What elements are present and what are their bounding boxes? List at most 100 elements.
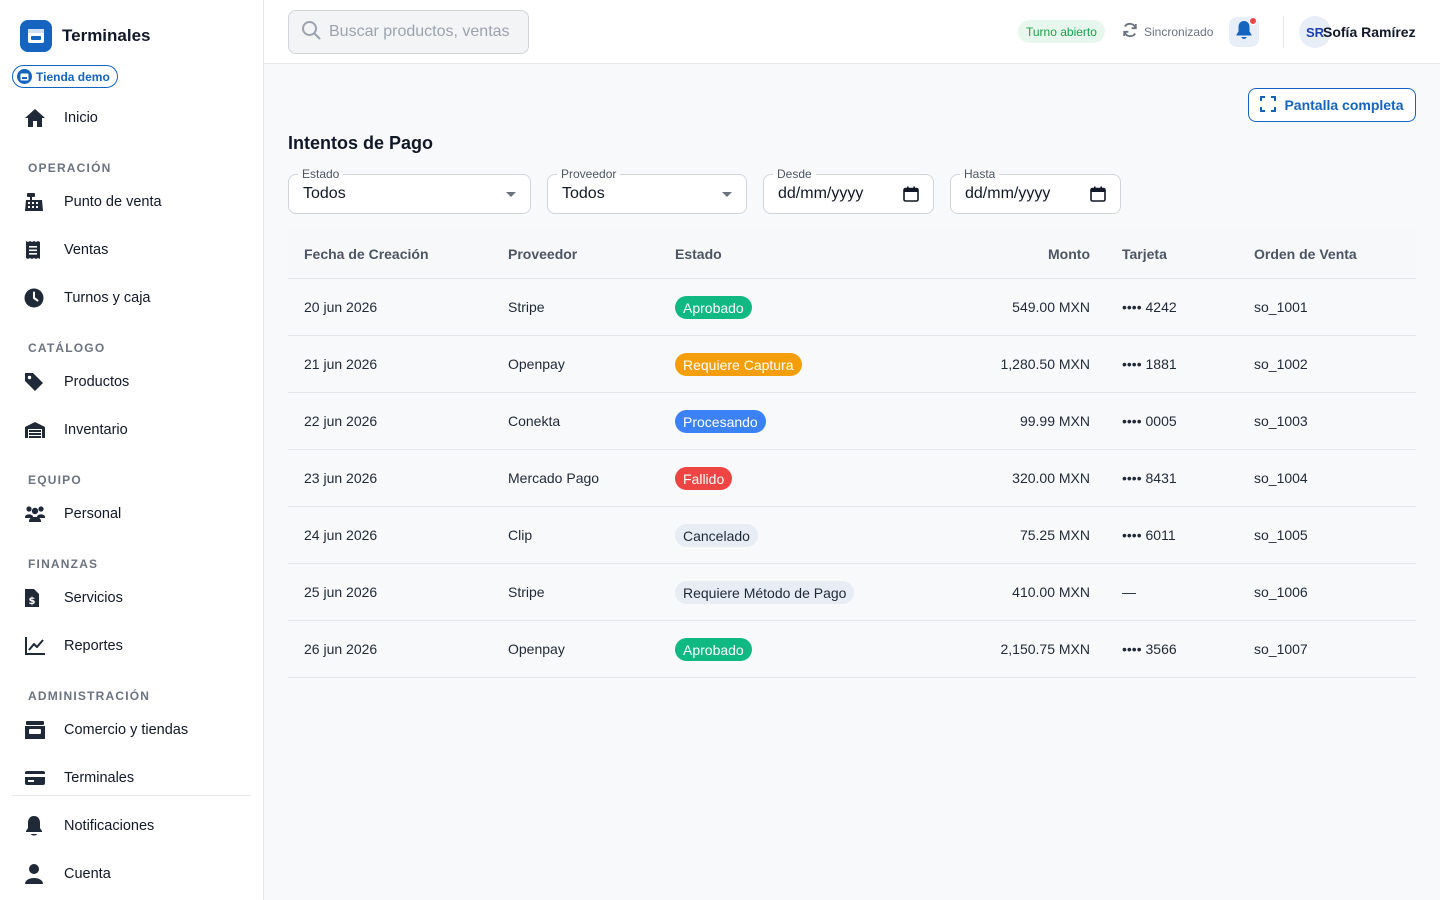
cell-monto: 2,150.75 MXN (1000, 641, 1091, 657)
table-header: Fecha de Creación Proveedor Estado Monto… (288, 230, 1416, 279)
proveedor-value: Todos (562, 185, 605, 202)
chevron-down-icon (722, 192, 732, 197)
table-row[interactable]: 25 jun 2026 Stripe Requiere Método de Pa… (288, 564, 1416, 621)
calendar-icon[interactable] (903, 186, 919, 207)
sidebar-item-label: Punto de venta (64, 194, 162, 210)
sidebar-item-punto-de-venta[interactable]: Punto de venta (24, 182, 254, 222)
user-name[interactable]: Sofía Ramírez (1323, 24, 1416, 40)
column-header-orden[interactable]: Orden de Venta (1254, 246, 1357, 262)
sync-icon (1122, 22, 1138, 41)
section-finanzas: FINANZAS (28, 557, 99, 571)
section-administracion: ADMINISTRACIÓN (28, 689, 151, 703)
sidebar-item-productos[interactable]: Productos (24, 362, 254, 402)
sidebar-item-label: Inventario (64, 422, 128, 438)
desde-date-input[interactable]: Desde dd/mm/yyyy (763, 167, 934, 214)
hasta-date-input[interactable]: Hasta dd/mm/yyyy (950, 167, 1121, 214)
column-header-proveedor[interactable]: Proveedor (508, 246, 577, 262)
search-icon (301, 20, 321, 45)
calendar-icon[interactable] (1090, 186, 1106, 207)
cell-monto: 75.25 MXN (1019, 527, 1090, 543)
fullscreen-button[interactable]: Pantalla completa (1248, 88, 1416, 122)
brand[interactable]: Terminales (20, 20, 151, 52)
status-badge: Aprobado (675, 296, 752, 319)
store-icon (24, 720, 52, 740)
cell-fecha: 24 jun 2026 (304, 527, 378, 543)
sidebar-divider (12, 795, 251, 796)
topbar-divider (1283, 16, 1284, 48)
status-badge: Procesando (675, 410, 766, 433)
column-header-tarjeta[interactable]: Tarjeta (1122, 246, 1167, 262)
sync-label: Sincronizado (1144, 24, 1214, 39)
hasta-label: Hasta (960, 167, 1000, 181)
section-catalogo: CATÁLOGO (28, 341, 106, 355)
table-row[interactable]: 26 jun 2026 Openpay Aprobado 2,150.75 MX… (288, 621, 1416, 678)
sidebar-item-ventas[interactable]: Ventas (24, 230, 254, 270)
cell-orden: so_1001 (1254, 299, 1308, 315)
user-icon (24, 863, 52, 885)
status-badge: Aprobado (675, 638, 752, 661)
cell-orden: so_1003 (1254, 413, 1308, 429)
shift-status-badge: Turno abierto (1018, 20, 1105, 43)
cell-tarjeta: •••• 8431 (1122, 470, 1177, 486)
table-row[interactable]: 20 jun 2026 Stripe Aprobado 549.00 MXN •… (288, 279, 1416, 336)
cell-tarjeta: •••• 3566 (1122, 641, 1177, 657)
table-row[interactable]: 24 jun 2026 Clip Cancelado 75.25 MXN •••… (288, 507, 1416, 564)
cell-monto: 549.00 MXN (1012, 299, 1090, 315)
cell-proveedor: Stripe (508, 299, 545, 315)
estado-value: Todos (303, 185, 346, 202)
cell-proveedor: Openpay (508, 356, 565, 372)
cell-tarjeta: •••• 6011 (1122, 527, 1176, 543)
search-box[interactable] (288, 10, 529, 54)
store-chip[interactable]: Tienda demo (12, 65, 118, 88)
proveedor-select[interactable]: Proveedor Todos (547, 167, 747, 214)
sidebar-item-label: Terminales (64, 770, 135, 786)
tag-icon (24, 372, 52, 392)
sidebar-item-label: Personal (64, 506, 122, 522)
page-title: Intentos de Pago (288, 133, 434, 153)
notifications-button[interactable] (1229, 17, 1259, 47)
sidebar-item-inventario[interactable]: Inventario (24, 410, 254, 450)
section-equipo: EQUIPO (28, 473, 82, 487)
column-header-estado[interactable]: Estado (675, 246, 722, 262)
payment-intents-table: Fecha de Creación Proveedor Estado Monto… (288, 230, 1416, 678)
sidebar-item-cuenta[interactable]: Cuenta (24, 854, 254, 894)
users-icon (24, 505, 52, 523)
sidebar-item-label: Notificaciones (64, 818, 155, 834)
column-header-monto[interactable]: Monto (1048, 246, 1090, 262)
sidebar-item-servicios[interactable]: $ Servicios (24, 578, 254, 618)
sidebar-item-label: Cuenta (64, 866, 111, 882)
desde-value: dd/mm/yyyy (778, 185, 864, 202)
cell-monto: 99.99 MXN (1019, 413, 1090, 429)
cell-proveedor: Clip (508, 527, 533, 543)
table-row[interactable]: 22 jun 2026 Conekta Procesando 99.99 MXN… (288, 393, 1416, 450)
cell-fecha: 22 jun 2026 (304, 413, 378, 429)
sidebar-item-turnos-y-caja[interactable]: Turnos y caja (24, 278, 254, 318)
table-row[interactable]: 23 jun 2026 Mercado Pago Fallido 320.00 … (288, 450, 1416, 507)
sidebar-item-terminales[interactable]: Terminales (24, 758, 254, 798)
cell-fecha: 20 jun 2026 (304, 299, 378, 315)
cell-proveedor: Stripe (508, 584, 545, 600)
cell-fecha: 26 jun 2026 (304, 641, 378, 657)
sidebar-item-notificaciones[interactable]: Notificaciones (24, 806, 254, 846)
receipt-icon (24, 240, 52, 260)
column-header-fecha[interactable]: Fecha de Creación (304, 246, 429, 262)
sidebar-item-label: Ventas (64, 242, 109, 258)
sidebar-item-inicio[interactable]: Inicio (24, 98, 254, 138)
sync-status[interactable]: Sincronizado (1122, 22, 1213, 41)
cell-orden: so_1007 (1254, 641, 1308, 657)
sidebar-item-personal[interactable]: Personal (24, 494, 254, 534)
chevron-down-icon (506, 192, 516, 197)
store-logo-icon (20, 20, 52, 52)
sidebar-item-reportes[interactable]: Reportes (24, 626, 254, 666)
warehouse-icon (24, 421, 52, 439)
sidebar-item-comercio-y-tiendas[interactable]: Comercio y tiendas (24, 710, 254, 750)
cash-register-icon (24, 192, 52, 212)
topbar: Turno abierto Sincronizado SR Sofía Ramí… (264, 0, 1440, 64)
table-row[interactable]: 21 jun 2026 Openpay Requiere Captura 1,2… (288, 336, 1416, 393)
search-input[interactable] (329, 23, 515, 41)
estado-select[interactable]: Estado Todos (288, 167, 531, 214)
credit-card-icon (24, 770, 52, 786)
cell-fecha: 25 jun 2026 (304, 584, 378, 600)
sidebar-item-label: Turnos y caja (64, 290, 151, 306)
cell-fecha: 21 jun 2026 (304, 356, 378, 372)
